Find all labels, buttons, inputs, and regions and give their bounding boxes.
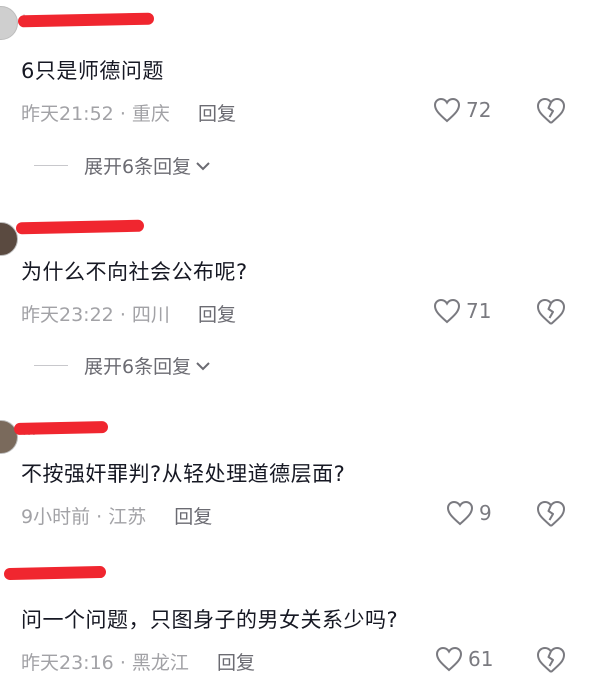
meta-separator: · — [119, 652, 126, 674]
comment-time: 昨天23:16 — [21, 652, 114, 674]
heart-outline-icon — [433, 97, 461, 123]
comment-text: 不按强奸罪判?从轻处理道德层面? — [21, 462, 346, 486]
comment-meta: 昨天21:52 · 重庆 回复 — [21, 99, 236, 126]
reply-button[interactable]: 回复 — [174, 506, 212, 528]
broken-heart-icon — [537, 98, 565, 124]
comment-meta: 昨天23:22 · 四川 回复 — [21, 300, 236, 327]
like-count: 61 — [468, 647, 494, 671]
like-count: 9 — [479, 501, 492, 525]
like-button[interactable]: 9 — [446, 500, 492, 526]
comment-text: 为什么不向社会公布呢? — [21, 260, 248, 284]
dislike-button[interactable] — [536, 646, 566, 678]
like-button[interactable]: 61 — [435, 646, 493, 672]
reply-button[interactable]: 回复 — [198, 103, 236, 125]
expand-replies-label: 展开6条回复 — [84, 156, 192, 178]
comment-text: 问一个问题，只图身子的男女关系少吗? — [21, 608, 399, 632]
heart-outline-icon — [446, 500, 474, 526]
comment-time: 昨天21:52 — [21, 103, 114, 125]
meta-separator: · — [119, 304, 126, 326]
comment-meta: 9小时前 · 江苏 回复 — [21, 502, 212, 529]
redaction-mark — [17, 12, 155, 28]
avatar[interactable] — [0, 6, 18, 40]
dislike-button[interactable] — [536, 298, 566, 330]
divider-line — [34, 365, 68, 366]
chevron-down-icon — [196, 361, 210, 370]
expand-replies-button[interactable]: 展开6条回复 — [34, 352, 211, 379]
meta-separator: · — [119, 103, 126, 125]
expand-replies-label: 展开6条回复 — [84, 356, 192, 378]
broken-heart-icon — [537, 299, 565, 325]
dislike-button[interactable] — [536, 500, 566, 532]
heart-outline-icon — [433, 298, 461, 324]
comment-text: 6只是师德问题 — [21, 59, 164, 83]
like-button[interactable]: 71 — [433, 298, 491, 324]
reply-button[interactable]: 回复 — [198, 304, 236, 326]
comment-list: b... 6只是师德问题 昨天21:52 · 重庆 回复 72 展开6条回复 — [0, 0, 600, 691]
divider-line — [34, 165, 68, 166]
comment-location: 黑龙江 — [131, 652, 189, 674]
dislike-button[interactable] — [536, 97, 566, 129]
comment-location: 重庆 — [131, 103, 170, 125]
comment-time: 9小时前 — [21, 506, 91, 528]
meta-separator: · — [96, 506, 103, 528]
broken-heart-icon — [537, 501, 565, 527]
like-count: 71 — [466, 299, 492, 323]
heart-outline-icon — [435, 646, 463, 672]
comment-meta: 昨天23:16 · 黑龙江 回复 — [21, 648, 255, 675]
comment-location: 四川 — [131, 304, 170, 326]
chevron-down-icon — [196, 161, 210, 170]
comment-location: 江苏 — [108, 506, 147, 528]
like-button[interactable]: 72 — [433, 97, 491, 123]
redaction-mark — [3, 565, 107, 581]
expand-replies-button[interactable]: 展开6条回复 — [34, 152, 211, 179]
like-count: 72 — [466, 98, 492, 122]
redaction-mark — [15, 219, 145, 235]
broken-heart-icon — [537, 647, 565, 673]
reply-button[interactable]: 回复 — [217, 652, 255, 674]
redaction-mark — [13, 421, 109, 435]
comment-time: 昨天23:22 — [21, 304, 114, 326]
